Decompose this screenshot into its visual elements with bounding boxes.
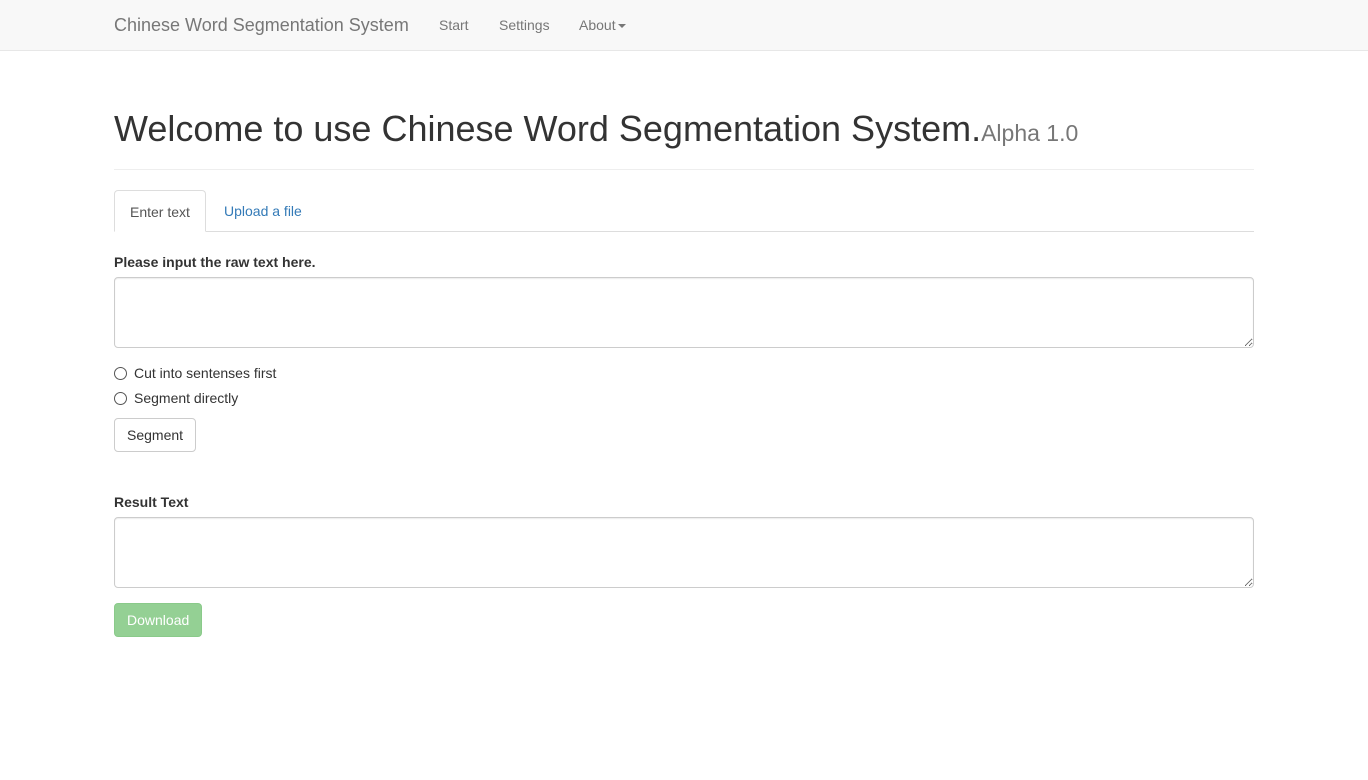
download-button[interactable]: Download [114,603,203,637]
navbar: Chinese Word Segmentation System Start S… [0,0,1368,51]
radio-segment-directly-label: Segment directly [134,390,239,406]
navbar-brand[interactable]: Chinese Word Segmentation System [114,14,409,36]
caret-down-icon [617,24,626,29]
tab-enter-text[interactable]: Enter text [114,190,206,232]
page-title: Welcome to use Chinese Word Segmentation… [114,106,1254,156]
nav-about-dropdown[interactable]: About [579,16,626,34]
input-tabs: Enter text Upload a file [114,190,1254,232]
raw-text-input[interactable] [114,277,1254,348]
nav-start-link[interactable]: Start [439,16,469,34]
nav-settings-link[interactable]: Settings [499,16,550,34]
raw-text-label: Please input the raw text here. [114,254,316,270]
radio-button[interactable] [114,392,127,405]
page-header: Welcome to use Chinese Word Segmentation… [114,106,1254,170]
version-label: Alpha 1.0 [981,120,1079,146]
result-text-output[interactable] [114,517,1254,588]
result-text-label: Result Text [114,494,189,510]
radio-cut-sentences-label: Cut into sentenses first [134,365,277,381]
page-title-text: Welcome to use Chinese Word Segmentation… [114,108,982,149]
radio-cut-sentences[interactable]: Cut into sentenses first [114,364,276,382]
segment-button[interactable]: Segment [114,418,197,452]
radio-button[interactable] [114,367,127,380]
radio-segment-directly[interactable]: Segment directly [114,389,238,407]
tab-upload-file[interactable]: Upload a file [209,190,317,232]
nav-about-label: About [579,17,616,33]
